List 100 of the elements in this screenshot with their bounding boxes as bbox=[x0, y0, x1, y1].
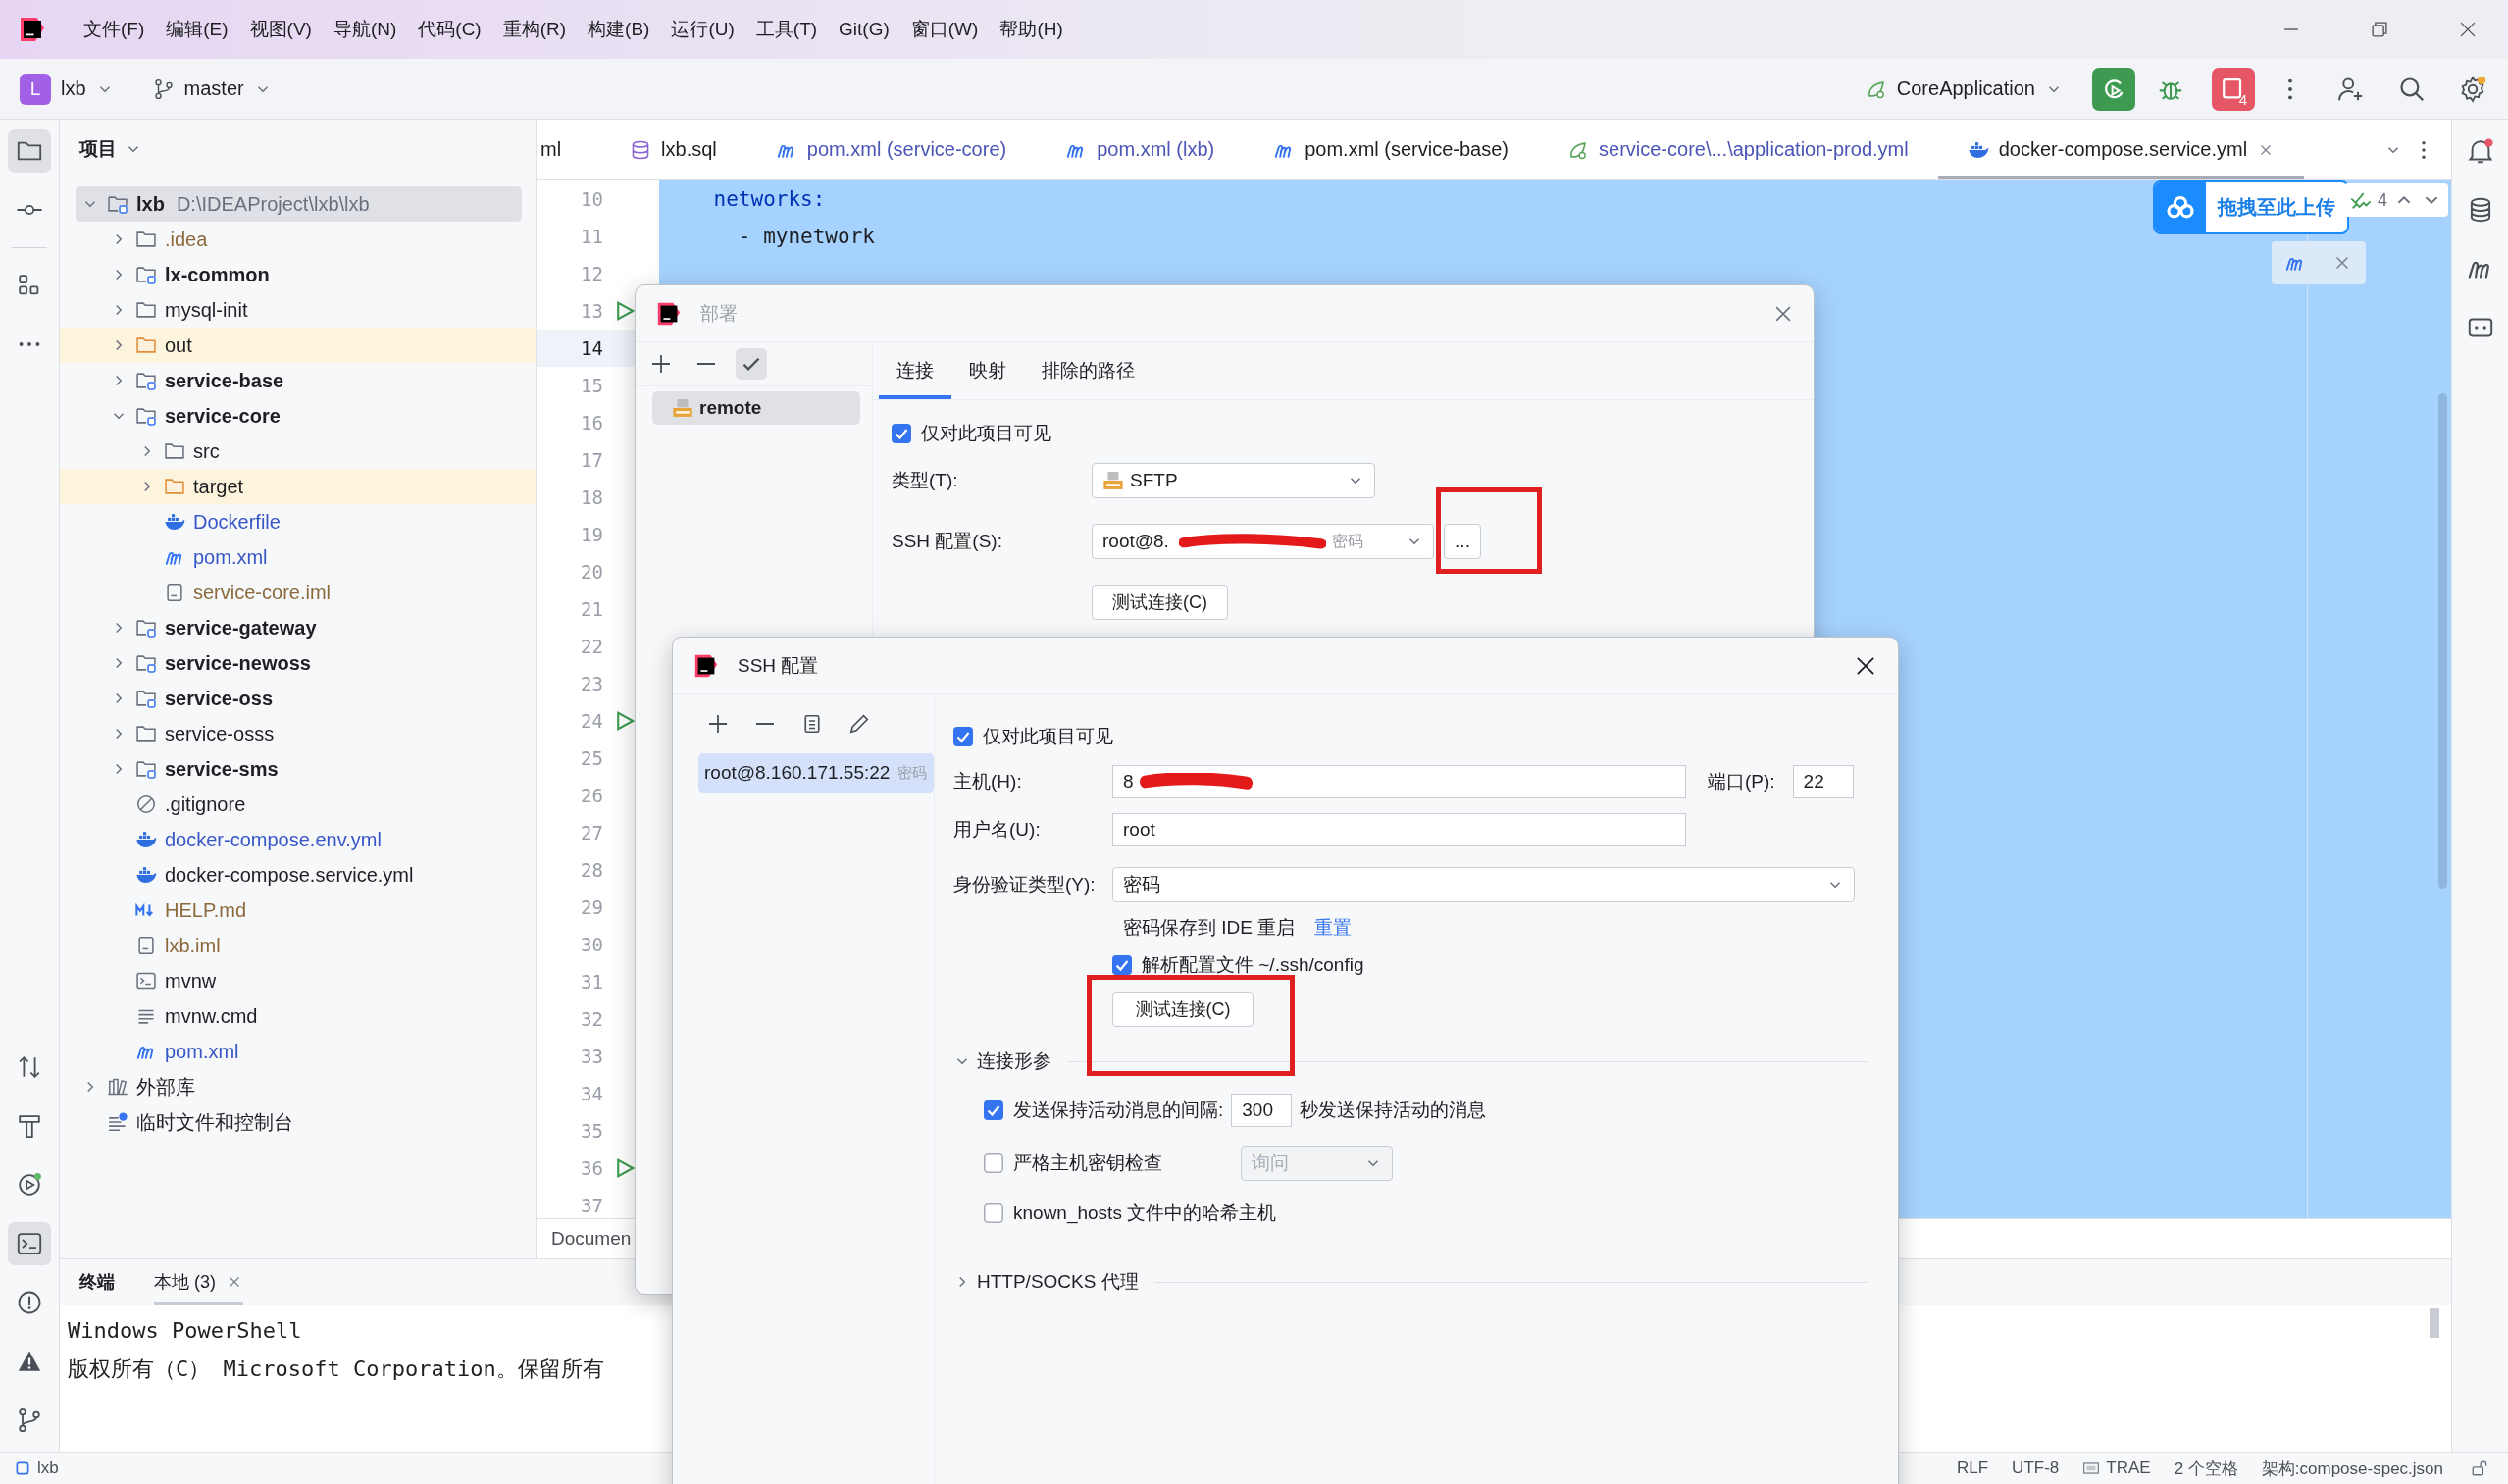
menu-item[interactable]: Git(G) bbox=[828, 19, 900, 40]
editor-tab[interactable]: pom.xml (service-base) bbox=[1244, 120, 1538, 179]
tree-item[interactable]: HELP.md bbox=[60, 893, 536, 928]
tree-item[interactable]: .gitignore bbox=[60, 787, 536, 822]
tree-item[interactable]: lxb D:\IDEAProject\lxb\lxb bbox=[76, 186, 522, 222]
editor-tab[interactable]: pom.xml (lxb) bbox=[1036, 120, 1245, 179]
test-connection-button[interactable]: 测试连接(C) bbox=[1112, 992, 1254, 1027]
tree-item[interactable]: service-newoss bbox=[60, 645, 536, 681]
username-field[interactable]: root bbox=[1112, 813, 1686, 846]
section-title[interactable]: HTTP/SOCKS 代理 bbox=[977, 1269, 1149, 1295]
status-item[interactable]: UTF-8 bbox=[2012, 1458, 2060, 1478]
reset-link[interactable]: 重置 bbox=[1314, 915, 1353, 941]
checkmark-icon[interactable] bbox=[736, 348, 767, 380]
editor-tab[interactable]: service-core\...\application-prod.yml bbox=[1538, 120, 1938, 179]
whale-icon bbox=[135, 864, 157, 886]
tree-item[interactable]: lxb.iml bbox=[60, 928, 536, 963]
tree-item[interactable]: mvnw bbox=[60, 963, 536, 998]
settings-icon[interactable] bbox=[2459, 75, 2486, 103]
lock-icon[interactable] bbox=[2471, 1459, 2488, 1477]
checkbox[interactable] bbox=[984, 1100, 1003, 1120]
server-item[interactable]: remote bbox=[652, 391, 860, 425]
tree-item[interactable]: mysql-init bbox=[60, 292, 536, 328]
host-field[interactable]: 8 bbox=[1112, 765, 1686, 798]
ssh-config-dropdown[interactable]: root@8. 密码 bbox=[1092, 524, 1434, 559]
panel-title[interactable]: 项目 bbox=[79, 136, 117, 162]
tree-item[interactable]: service-osss bbox=[60, 716, 536, 751]
editor-tab[interactable]: pom.xml (service-core) bbox=[745, 120, 1037, 179]
tree-item[interactable]: service-gateway bbox=[60, 610, 536, 645]
search-icon[interactable] bbox=[2398, 75, 2426, 103]
tree-item[interactable]: src bbox=[60, 434, 536, 469]
checkbox[interactable] bbox=[892, 424, 911, 443]
folder-icon[interactable] bbox=[8, 129, 51, 173]
line-number: 17 bbox=[580, 449, 604, 471]
test-connection-button[interactable]: 测试连接(C) bbox=[1092, 585, 1228, 620]
tree-item[interactable]: 临时文件和控制台 bbox=[60, 1104, 536, 1140]
tree-item[interactable]: lx-common bbox=[60, 257, 536, 292]
sftp-icon bbox=[1102, 470, 1124, 491]
dialog-tab[interactable]: 连接 bbox=[879, 342, 951, 399]
terminal-icon[interactable] bbox=[8, 1222, 51, 1265]
checkbox[interactable] bbox=[953, 727, 973, 746]
menu-item[interactable]: 编辑(E) bbox=[155, 17, 239, 42]
menu-item[interactable]: 构建(B) bbox=[577, 17, 661, 42]
menu-item[interactable]: 代码(C) bbox=[407, 17, 492, 42]
tree-item[interactable]: service-core.iml bbox=[60, 575, 536, 610]
field-label: 主机(H): bbox=[953, 770, 1023, 793]
tree-item[interactable]: Dockerfile bbox=[60, 504, 536, 539]
project-name[interactable]: lxb bbox=[37, 1458, 59, 1478]
tree-item[interactable]: pom.xml bbox=[60, 1034, 536, 1069]
project-name[interactable]: lxb bbox=[61, 77, 86, 100]
status-item[interactable]: 架构:compose-spec.json bbox=[2261, 1457, 2443, 1480]
tree-item[interactable]: mvnw.cmd bbox=[60, 998, 536, 1034]
restore-icon[interactable] bbox=[2369, 19, 2390, 40]
terminal-tab[interactable]: 本地 (3) bbox=[154, 1259, 243, 1305]
menu-item[interactable]: 窗口(W) bbox=[899, 17, 990, 42]
status-item[interactable]: RLF bbox=[1957, 1458, 1989, 1478]
stop-button[interactable]: 4 bbox=[2212, 67, 2255, 111]
branch-name[interactable]: master bbox=[183, 77, 244, 100]
tree-item[interactable]: docker-compose.env.yml bbox=[60, 822, 536, 857]
breadcrumb[interactable]: Documen bbox=[551, 1228, 632, 1250]
run-configuration[interactable]: CoreApplication bbox=[1896, 77, 2035, 100]
ssh-config-item[interactable]: root@8.160.171.55:22 密码 bbox=[698, 753, 934, 793]
auth-type-dropdown[interactable]: 密码 bbox=[1112, 867, 1855, 902]
folder-icon bbox=[135, 264, 157, 285]
menu-item[interactable]: 文件(F) bbox=[73, 17, 156, 42]
monitor-icon[interactable] bbox=[2082, 1459, 2101, 1477]
tree-item[interactable]: target bbox=[60, 469, 536, 504]
browse-button[interactable]: ... bbox=[1444, 524, 1481, 559]
tree-item[interactable]: service-oss bbox=[60, 681, 536, 716]
dialog-tab[interactable]: 映射 bbox=[951, 342, 1024, 399]
upload-badge[interactable]: 拖拽至此上传 bbox=[2153, 180, 2349, 234]
status-item[interactable]: TRAE bbox=[2106, 1458, 2151, 1478]
scrollbar[interactable] bbox=[2430, 1308, 2439, 1338]
menu-item[interactable]: 帮助(H) bbox=[989, 17, 1074, 42]
type-dropdown[interactable]: SFTP bbox=[1092, 463, 1375, 498]
menu-item[interactable]: 导航(N) bbox=[322, 17, 408, 42]
section-title[interactable]: 连接形参 bbox=[977, 1049, 1061, 1074]
port-field[interactable]: 22 bbox=[1792, 765, 1854, 798]
terminal-line: 版权所有（C） Microsoft Corporation。保留所有 bbox=[68, 1356, 605, 1383]
editor-tab[interactable]: lxb.sql bbox=[600, 120, 746, 179]
scrollbar[interactable] bbox=[2438, 393, 2447, 889]
status-item[interactable]: 2 个空格 bbox=[2174, 1457, 2238, 1480]
rerun-button[interactable] bbox=[2092, 67, 2135, 111]
checkbox[interactable] bbox=[984, 1203, 1003, 1223]
inspection-count[interactable]: 4 bbox=[2378, 189, 2387, 211]
tree-item[interactable]: out bbox=[60, 328, 536, 363]
menu-item[interactable]: 视图(V) bbox=[238, 17, 323, 42]
tree-item[interactable]: service-sms bbox=[60, 751, 536, 787]
tree-item[interactable]: service-base bbox=[60, 363, 536, 398]
menu-item[interactable]: 工具(T) bbox=[744, 17, 829, 42]
tree-item[interactable]: 外部库 bbox=[60, 1069, 536, 1104]
editor-tab[interactable]: ml bbox=[537, 120, 601, 179]
checkbox[interactable] bbox=[1112, 955, 1132, 975]
tree-item[interactable]: service-core bbox=[60, 398, 536, 434]
dialog-tab[interactable]: 排除的路径 bbox=[1024, 342, 1152, 399]
menu-item[interactable]: 运行(U) bbox=[660, 17, 745, 42]
tree-item[interactable]: pom.xml bbox=[60, 539, 536, 575]
tree-item[interactable]: docker-compose.service.yml bbox=[60, 857, 536, 893]
interval-field[interactable]: 300 bbox=[1231, 1094, 1293, 1127]
tree-item[interactable]: .idea bbox=[60, 222, 536, 257]
menu-item[interactable]: 重构(R) bbox=[491, 17, 578, 42]
